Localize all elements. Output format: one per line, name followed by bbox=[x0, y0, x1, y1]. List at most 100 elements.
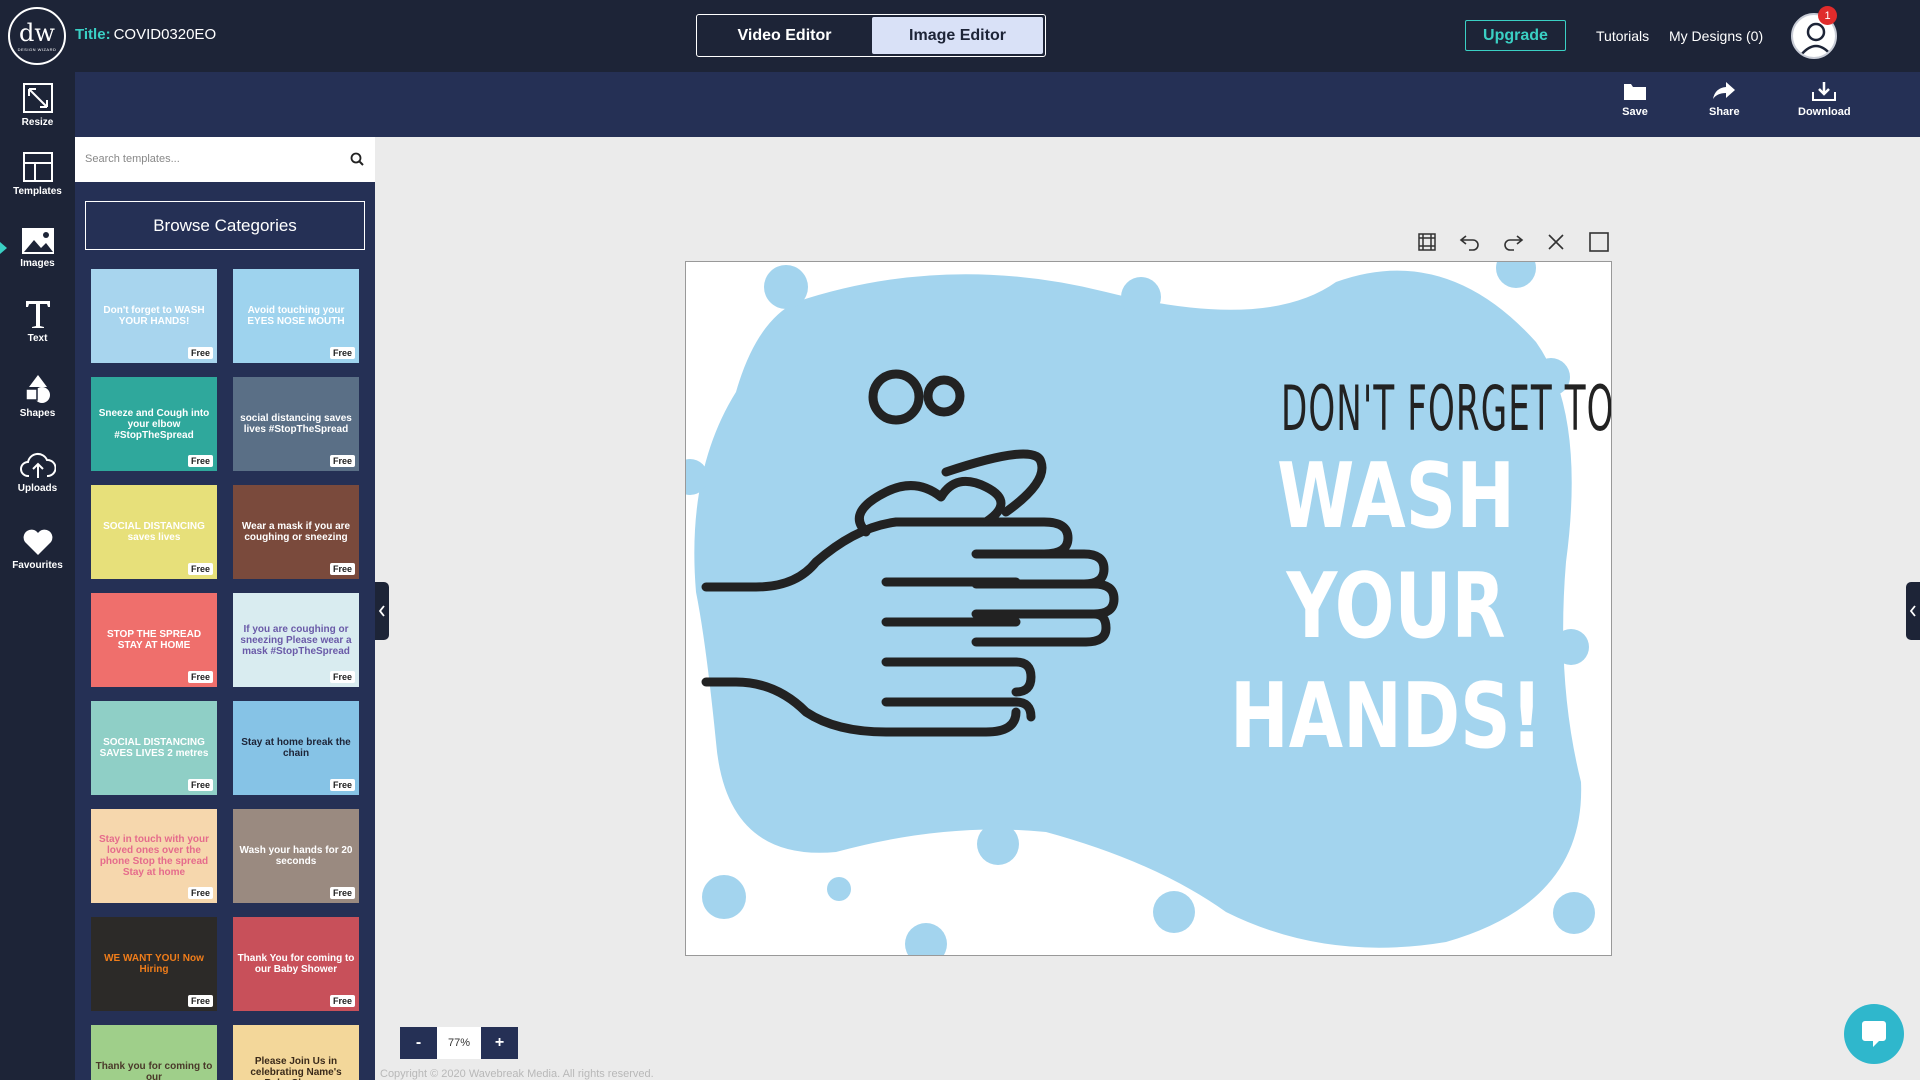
template-thumbnail[interactable]: Stay at home break the chain Free bbox=[233, 701, 359, 795]
design-title[interactable]: Title: COVID0320EO bbox=[75, 26, 216, 43]
share-arrow-icon bbox=[1713, 82, 1736, 99]
logo-main-text: dw bbox=[19, 18, 55, 47]
template-preview-text: Thank you for coming to our bbox=[95, 1061, 213, 1080]
shapes-icon bbox=[24, 375, 50, 403]
undo-icon[interactable] bbox=[1458, 230, 1482, 254]
nav-templates[interactable]: Templates bbox=[0, 151, 75, 197]
free-badge: Free bbox=[329, 455, 355, 467]
download-button[interactable]: Download bbox=[1798, 80, 1851, 118]
nav-text-label: Text bbox=[27, 333, 48, 344]
headline-line-1[interactable]: DON'T FORGET TO bbox=[1281, 372, 1611, 445]
nav-favourites-label: Favourites bbox=[12, 560, 63, 571]
free-badge: Free bbox=[329, 779, 355, 791]
template-thumbnail[interactable]: If you are coughing or sneezing Please w… bbox=[233, 593, 359, 687]
nav-shapes[interactable]: Shapes bbox=[0, 373, 75, 419]
share-button[interactable]: Share bbox=[1709, 80, 1740, 118]
upgrade-button[interactable]: Upgrade bbox=[1465, 20, 1566, 51]
template-thumbnail[interactable]: SOCIAL DISTANCING saves lives Free bbox=[91, 485, 217, 579]
template-thumbnail[interactable]: Avoid touching your EYES NOSE MOUTH Free bbox=[233, 269, 359, 363]
nav-images[interactable]: Images bbox=[0, 227, 75, 269]
free-badge: Free bbox=[187, 671, 213, 683]
template-thumbnail[interactable]: Sneeze and Cough into your elbow #StopTh… bbox=[91, 377, 217, 471]
free-badge: Free bbox=[329, 887, 355, 899]
nav-favourites[interactable]: Favourites bbox=[0, 527, 75, 571]
search-input[interactable] bbox=[85, 149, 325, 169]
chevron-left-icon bbox=[378, 605, 385, 617]
templates-icon bbox=[22, 152, 53, 182]
nav-text[interactable]: Text bbox=[0, 298, 75, 344]
upload-icon bbox=[19, 452, 56, 478]
free-badge: Free bbox=[187, 779, 213, 791]
search-box bbox=[75, 137, 375, 182]
left-toolbar: Resize Templates Images Text Shapes Uplo… bbox=[0, 72, 75, 1080]
action-bar: Save Share Download bbox=[75, 72, 1920, 137]
free-badge: Free bbox=[187, 887, 213, 899]
free-badge: Free bbox=[329, 995, 355, 1007]
template-thumbnail[interactable]: Don't forget to WASH YOUR HANDS! Free bbox=[91, 269, 217, 363]
logo-sub-text: DESIGN WIZARD bbox=[17, 46, 57, 52]
free-badge: Free bbox=[187, 995, 213, 1007]
headline-line-2[interactable]: WASH bbox=[1240, 452, 1552, 542]
images-icon bbox=[21, 228, 54, 254]
notification-badge: 1 bbox=[1818, 6, 1837, 25]
heart-icon bbox=[23, 529, 52, 555]
template-thumbnail[interactable]: SOCIAL DISTANCING SAVES LIVES 2 metres Fr… bbox=[91, 701, 217, 795]
nav-uploads-label: Uploads bbox=[17, 483, 58, 494]
search-icon[interactable] bbox=[350, 152, 364, 166]
copyright-text: Copyright © 2020 Wavebreak Media. All ri… bbox=[380, 1068, 654, 1080]
canvas-toolbar bbox=[1415, 230, 1611, 254]
my-designs-link[interactable]: My Designs (0) bbox=[1669, 28, 1763, 44]
browse-categories-button[interactable]: Browse Categories bbox=[85, 201, 365, 250]
template-thumbnail[interactable]: STOP THE SPREAD STAY AT HOME Free bbox=[91, 593, 217, 687]
headline-line-3[interactable]: YOUR bbox=[1240, 562, 1552, 652]
template-thumbnail[interactable]: Please Join Us in celebrating Name's Bab… bbox=[233, 1025, 359, 1080]
nav-images-label: Images bbox=[20, 258, 55, 269]
zoom-level[interactable]: 77% bbox=[437, 1027, 481, 1059]
image-editor-tab[interactable]: Image Editor bbox=[872, 17, 1043, 54]
free-badge: Free bbox=[329, 671, 355, 683]
folder-icon bbox=[1624, 84, 1646, 100]
video-editor-tab[interactable]: Video Editor bbox=[699, 17, 870, 54]
expand-right-panel-button[interactable] bbox=[1906, 582, 1920, 640]
nav-uploads[interactable]: Uploads bbox=[0, 452, 75, 494]
download-label: Download bbox=[1798, 106, 1851, 118]
template-thumbnail[interactable]: WE WANT YOU! Now Hiring Free bbox=[91, 917, 217, 1011]
redo-icon[interactable] bbox=[1501, 230, 1525, 254]
template-thumbnail[interactable]: Wash your hands for 20 seconds Free bbox=[233, 809, 359, 903]
template-thumbnail[interactable]: Thank You for coming to our Baby Shower F… bbox=[233, 917, 359, 1011]
design-canvas[interactable]: DON'T FORGET TO WASH YOUR HANDS! bbox=[685, 261, 1612, 956]
close-icon[interactable] bbox=[1544, 230, 1568, 254]
save-label: Save bbox=[1622, 106, 1648, 118]
save-button[interactable]: Save bbox=[1622, 80, 1648, 118]
text-icon bbox=[25, 301, 50, 328]
nav-templates-label: Templates bbox=[13, 186, 62, 197]
zoom-out-button[interactable]: - bbox=[400, 1027, 437, 1059]
free-badge: Free bbox=[329, 563, 355, 575]
template-thumbnail[interactable]: Wear a mask if you are coughing or sneez… bbox=[233, 485, 359, 579]
free-badge: Free bbox=[329, 347, 355, 359]
free-badge: Free bbox=[187, 455, 213, 467]
download-icon bbox=[1812, 82, 1837, 101]
app-logo[interactable]: dw DESIGN WIZARD bbox=[8, 7, 66, 65]
nav-resize[interactable]: Resize bbox=[0, 82, 75, 128]
template-thumbnail[interactable]: Thank you for coming to ourFree bbox=[91, 1025, 217, 1080]
top-bar: dw DESIGN WIZARD Title: COVID0320EO Video… bbox=[0, 0, 1920, 72]
title-value: COVID0320EO bbox=[113, 26, 217, 43]
editor-switch: Video Editor Image Editor bbox=[696, 14, 1046, 57]
collapse-panel-button[interactable] bbox=[375, 582, 389, 640]
free-badge: Free bbox=[187, 563, 213, 575]
grid-icon[interactable] bbox=[1415, 230, 1439, 254]
headline-line-4[interactable]: HANDS! bbox=[1230, 672, 1543, 762]
template-preview-text: Please Join Us in celebrating Name's Bab… bbox=[250, 1055, 342, 1080]
chat-button[interactable] bbox=[1844, 1004, 1904, 1064]
resize-icon bbox=[22, 83, 53, 113]
nav-shapes-label: Shapes bbox=[19, 408, 56, 419]
template-thumbnail[interactable]: social distancing saves lives #StopTheSp… bbox=[233, 377, 359, 471]
templates-panel: Browse Categories Don't forget to WASH Y… bbox=[75, 137, 375, 1080]
template-thumbnail[interactable]: Stay in touch with your loved ones over … bbox=[91, 809, 217, 903]
fullscreen-icon[interactable] bbox=[1587, 230, 1611, 254]
tutorials-link[interactable]: Tutorials bbox=[1596, 28, 1649, 44]
chat-bubble-icon bbox=[1862, 1021, 1886, 1047]
nav-resize-label: Resize bbox=[21, 117, 54, 128]
zoom-in-button[interactable]: + bbox=[481, 1027, 518, 1059]
